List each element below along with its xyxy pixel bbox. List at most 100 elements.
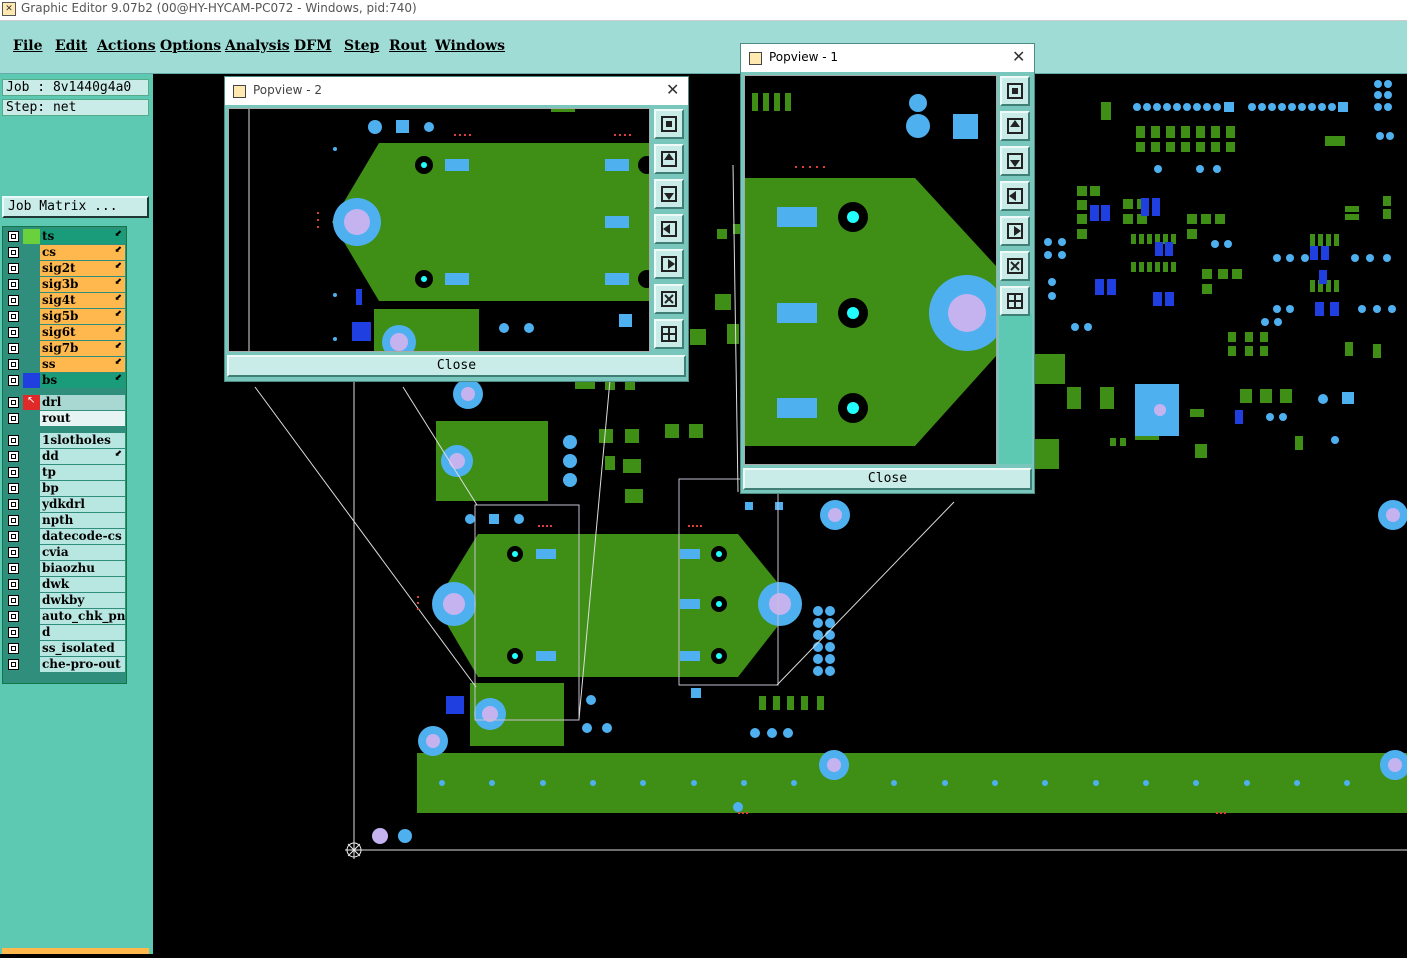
layer-name[interactable]: tp bbox=[40, 465, 125, 480]
layer-visibility-checkbox[interactable] bbox=[8, 451, 19, 462]
layer-visibility-checkbox[interactable] bbox=[8, 611, 19, 622]
layer-row-npth[interactable]: npth bbox=[6, 513, 125, 528]
layer-row-sig7b[interactable]: sig7b ⬋ bbox=[6, 341, 125, 356]
popview-1-close-button[interactable]: Close bbox=[743, 468, 1032, 490]
menu-dfm[interactable]: DFM bbox=[294, 38, 332, 54]
menu-rout[interactable]: Rout bbox=[389, 38, 427, 54]
layer-row-sig4t[interactable]: sig4t ⬋ bbox=[6, 293, 125, 308]
layer-row-che-pro-out[interactable]: che-pro-out bbox=[6, 657, 125, 672]
layer-name[interactable]: biaozhu bbox=[40, 561, 125, 576]
popview-1-close-icon[interactable]: ✕ bbox=[1012, 47, 1025, 66]
popview-2-zoom-in-icon[interactable] bbox=[654, 284, 684, 314]
popview-1-pan-left-icon[interactable] bbox=[1000, 181, 1030, 211]
layer-visibility-checkbox[interactable] bbox=[8, 643, 19, 654]
layer-visibility-checkbox[interactable] bbox=[8, 375, 19, 386]
popview-1-pan-up-icon[interactable] bbox=[1000, 111, 1030, 141]
popview-1-pan-down-icon[interactable] bbox=[1000, 146, 1030, 176]
popview-2-zoom-out-icon[interactable] bbox=[654, 319, 684, 349]
layer-visibility-checkbox[interactable] bbox=[8, 359, 19, 370]
layer-name[interactable]: npth bbox=[40, 513, 125, 528]
layer-name[interactable]: bp bbox=[40, 481, 125, 496]
popview-2-pan-up-icon[interactable] bbox=[654, 144, 684, 174]
menu-step[interactable]: Step bbox=[344, 38, 379, 54]
layer-visibility-checkbox[interactable] bbox=[8, 413, 19, 424]
layer-visibility-checkbox[interactable] bbox=[8, 547, 19, 558]
layer-visibility-checkbox[interactable] bbox=[8, 263, 19, 274]
menu-edit[interactable]: Edit bbox=[55, 38, 87, 54]
layer-name[interactable]: che-pro-out bbox=[40, 657, 125, 672]
layer-row-rout[interactable]: rout bbox=[6, 411, 125, 426]
layer-name[interactable]: ss_isolated bbox=[40, 641, 125, 656]
layer-row-ss-isolated[interactable]: ss_isolated bbox=[6, 641, 125, 656]
layer-row-drl[interactable]: ↖ drl bbox=[6, 395, 125, 410]
layer-visibility-checkbox[interactable] bbox=[8, 343, 19, 354]
layer-visibility-checkbox[interactable] bbox=[8, 311, 19, 322]
layer-row-bs[interactable]: bs ⬋ bbox=[6, 373, 125, 388]
layer-visibility-checkbox[interactable] bbox=[8, 231, 19, 242]
menu-windows[interactable]: Windows bbox=[435, 38, 505, 54]
layer-row-sig3b[interactable]: sig3b ⬋ bbox=[6, 277, 125, 292]
layer-name[interactable]: sig4t bbox=[40, 293, 125, 308]
layer-row-cvia[interactable]: cvia bbox=[6, 545, 125, 560]
layer-row-ss[interactable]: ss ⬋ bbox=[6, 357, 125, 372]
layer-name[interactable]: dwk bbox=[40, 577, 125, 592]
layer-visibility-checkbox[interactable] bbox=[8, 397, 19, 408]
layer-row-biaozhu[interactable]: biaozhu bbox=[6, 561, 125, 576]
layer-visibility-checkbox[interactable] bbox=[8, 563, 19, 574]
layer-name[interactable]: ydkdrl bbox=[40, 497, 125, 512]
layer-name[interactable]: sig3b bbox=[40, 277, 125, 292]
popview-2-viewport[interactable] bbox=[228, 108, 650, 352]
popview-2-pan-left-icon[interactable] bbox=[654, 214, 684, 244]
layer-row-sig5b[interactable]: sig5b ⬋ bbox=[6, 309, 125, 324]
layer-name[interactable]: d bbox=[40, 625, 125, 640]
layer-visibility-checkbox[interactable] bbox=[8, 531, 19, 542]
layer-visibility-checkbox[interactable] bbox=[8, 327, 19, 338]
layer-row-dwk[interactable]: dwk bbox=[6, 577, 125, 592]
layer-name[interactable]: rout bbox=[40, 411, 125, 426]
popview-2-close-icon[interactable]: ✕ bbox=[666, 80, 679, 99]
layer-visibility-checkbox[interactable] bbox=[8, 579, 19, 590]
popview-1-viewport[interactable] bbox=[744, 75, 997, 465]
menu-analysis[interactable]: Analysis bbox=[225, 38, 290, 54]
layer-row-auto-chk-pn[interactable]: auto_chk_pn bbox=[6, 609, 125, 624]
menu-options[interactable]: Options bbox=[160, 38, 221, 54]
layer-visibility-checkbox[interactable] bbox=[8, 627, 19, 638]
layer-visibility-checkbox[interactable] bbox=[8, 499, 19, 510]
layer-name[interactable]: ss bbox=[40, 357, 125, 372]
layer-name[interactable]: sig7b bbox=[40, 341, 125, 356]
layer-row-tp[interactable]: tp bbox=[6, 465, 125, 480]
popview-1-fit-icon[interactable] bbox=[1000, 76, 1030, 106]
layer-name[interactable]: auto_chk_pn bbox=[40, 609, 125, 624]
job-matrix-button[interactable]: Job Matrix ... bbox=[2, 196, 149, 218]
layer-name[interactable]: bs bbox=[40, 373, 125, 388]
layer-visibility-checkbox[interactable] bbox=[8, 659, 19, 670]
layer-visibility-checkbox[interactable] bbox=[8, 467, 19, 478]
layer-row-ydkdrl[interactable]: ydkdrl bbox=[6, 497, 125, 512]
layer-row-d[interactable]: d bbox=[6, 625, 125, 640]
layer-row-ts[interactable]: ts ⬋ bbox=[6, 229, 125, 244]
layer-name[interactable]: dwkby bbox=[40, 593, 125, 608]
layer-name[interactable]: drl bbox=[40, 395, 125, 410]
layer-name[interactable]: datecode-cs bbox=[40, 529, 125, 544]
layer-name[interactable]: sig2t bbox=[40, 261, 125, 276]
layer-name[interactable]: 1slotholes bbox=[40, 433, 125, 448]
popview-1-zoom-out-icon[interactable] bbox=[1000, 286, 1030, 316]
popview-2-close-button[interactable]: Close bbox=[227, 355, 686, 377]
menu-actions[interactable]: Actions bbox=[97, 38, 156, 54]
popview-2-pan-down-icon[interactable] bbox=[654, 179, 684, 209]
layer-name[interactable]: cvia bbox=[40, 545, 125, 560]
popview-1-zoom-in-icon[interactable] bbox=[1000, 251, 1030, 281]
layer-visibility-checkbox[interactable] bbox=[8, 247, 19, 258]
layer-name[interactable]: cs bbox=[40, 245, 125, 260]
layer-row-cs[interactable]: cs ⬋ bbox=[6, 245, 125, 260]
layer-row-1slotholes[interactable]: 1slotholes bbox=[6, 433, 125, 448]
layer-row-dd[interactable]: dd ⬋ bbox=[6, 449, 125, 464]
popview-2-pan-right-icon[interactable] bbox=[654, 249, 684, 279]
layer-name[interactable]: ts bbox=[40, 229, 125, 244]
layer-name[interactable]: sig5b bbox=[40, 309, 125, 324]
layer-name[interactable]: dd bbox=[40, 449, 125, 464]
layer-visibility-checkbox[interactable] bbox=[8, 295, 19, 306]
layer-visibility-checkbox[interactable] bbox=[8, 595, 19, 606]
layer-row-datecode-cs[interactable]: datecode-cs bbox=[6, 529, 125, 544]
layer-row-bp[interactable]: bp bbox=[6, 481, 125, 496]
